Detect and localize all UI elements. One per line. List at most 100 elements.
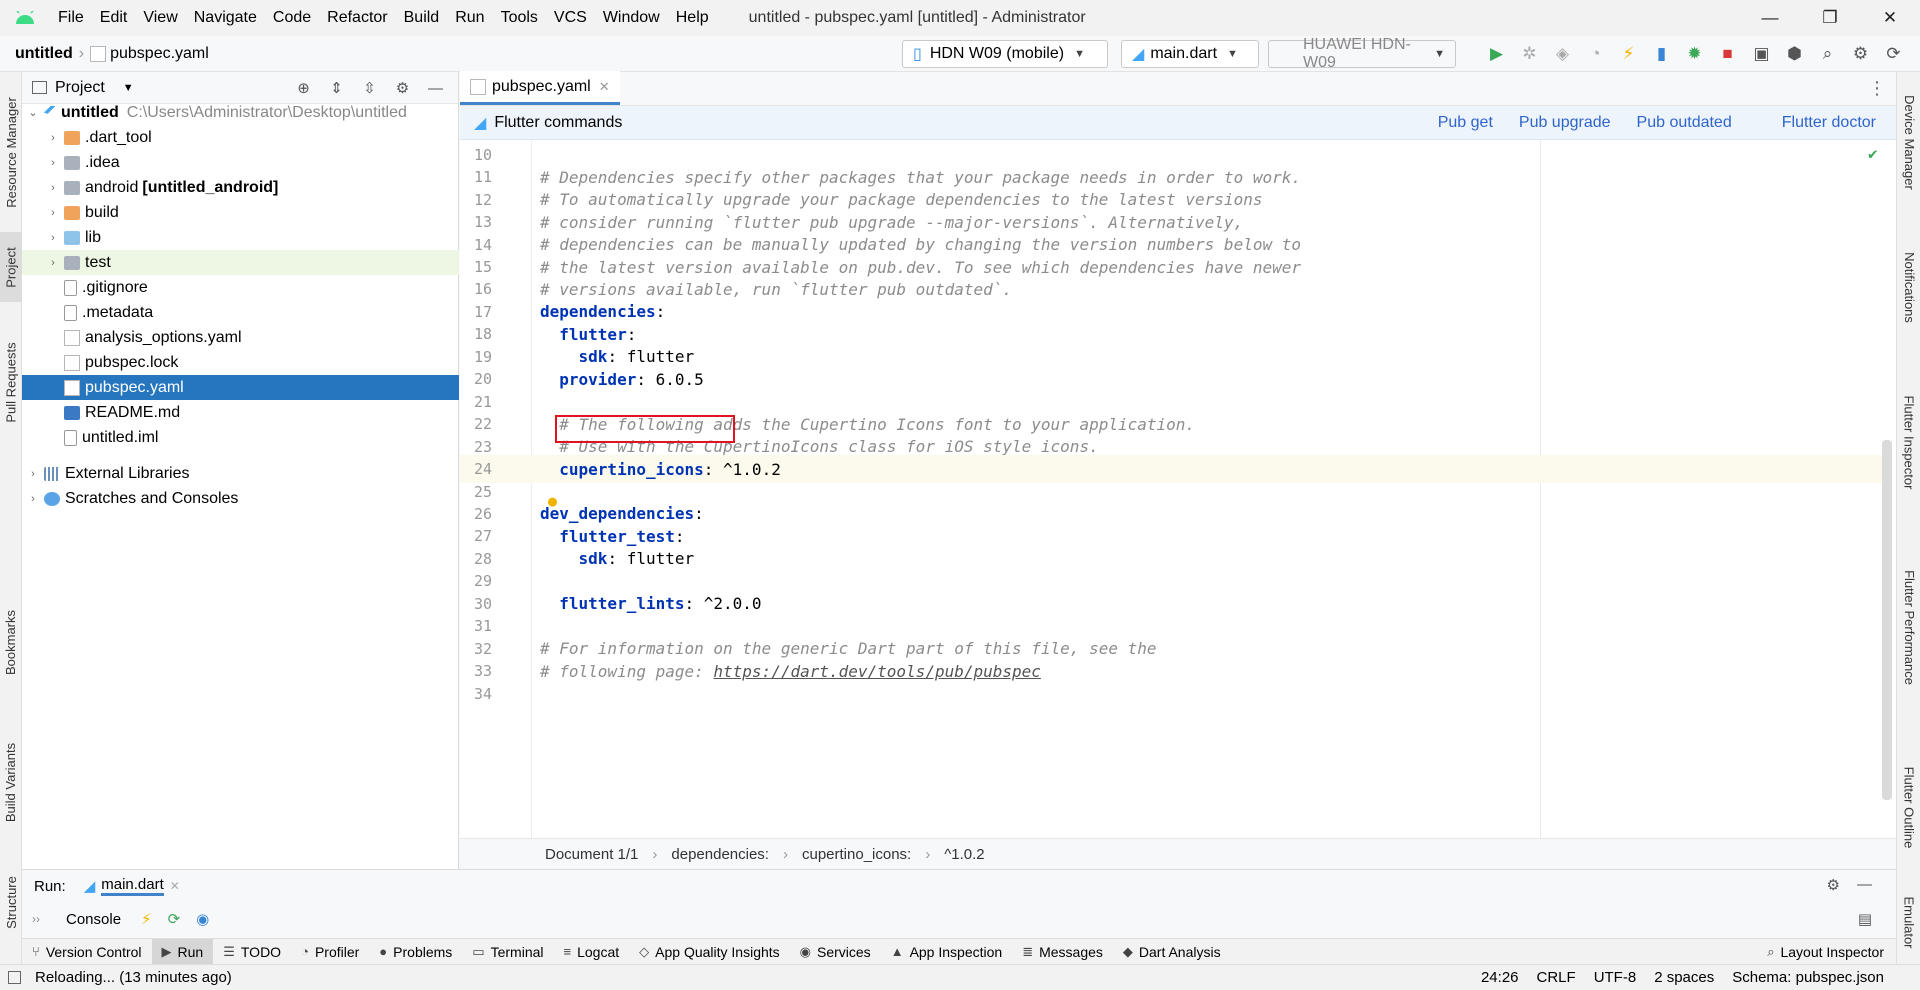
file-encoding[interactable]: UTF-8 — [1594, 969, 1637, 986]
caret-position[interactable]: 24:26 — [1481, 969, 1519, 986]
tree-scratches[interactable]: › Scratches and Consoles — [22, 486, 459, 511]
tree-item[interactable]: .metadata — [22, 300, 459, 325]
more-tabs-icon[interactable]: ⋮ — [1868, 78, 1886, 99]
hot-reload-icon[interactable]: ⚡ — [1612, 44, 1645, 64]
restore-button[interactable]: ❐ — [1800, 0, 1860, 36]
tool-tab-profiler[interactable]: ◔ Profiler — [291, 939, 369, 965]
editor-tab-pubspec[interactable]: pubspec.yaml ✕ — [460, 71, 620, 105]
menu-vcs[interactable]: VCS — [546, 9, 595, 27]
close-tab-icon[interactable]: ✕ — [599, 79, 610, 95]
strip-flutter-inspector[interactable]: Flutter Inspector — [1897, 362, 1920, 522]
tool-tab-run[interactable]: ▶ Run — [151, 938, 214, 965]
chevron-right-icon[interactable]: › — [46, 182, 60, 194]
tree-item[interactable]: README.md — [22, 400, 459, 425]
menu-code[interactable]: Code — [265, 9, 319, 27]
hot-restart-icon[interactable]: ⟳ — [168, 910, 181, 928]
tree-item[interactable]: › android [untitled_android] — [22, 175, 459, 200]
project-view-selector[interactable]: Project — [55, 79, 105, 97]
nav-file-name[interactable]: pubspec.yaml — [110, 45, 209, 63]
strip-resource-manager[interactable]: Resource Manager — [0, 72, 22, 232]
menu-view[interactable]: View — [135, 9, 185, 27]
pub-outdated-link[interactable]: Pub outdated — [1637, 114, 1732, 132]
indent-setting[interactable]: 2 spaces — [1654, 969, 1714, 986]
strip-flutter-outline[interactable]: Flutter Outline — [1897, 732, 1920, 882]
flutter-doctor-link[interactable]: Flutter doctor — [1782, 114, 1876, 132]
chevron-down-icon[interactable]: ▼ — [123, 82, 134, 94]
pubspec-docs-link[interactable]: https://dart.dev/tools/pub/pubspec — [713, 662, 1041, 681]
debug-icon[interactable]: ✲ — [1513, 44, 1546, 64]
strip-project[interactable]: Project — [0, 232, 22, 302]
chevron-right-icon[interactable]: › — [46, 232, 60, 244]
line-separator[interactable]: CRLF — [1537, 969, 1576, 986]
gear-icon[interactable]: ⚙ — [386, 79, 419, 97]
strip-pull-requests[interactable]: Pull Requests — [0, 312, 22, 452]
breadcrumb-dependencies[interactable]: dependencies: — [671, 846, 769, 863]
tree-item[interactable]: › .idea — [22, 150, 459, 175]
tool-tab-dart-analysis[interactable]: ◆ Dart Analysis — [1113, 939, 1231, 965]
chevron-down-icon[interactable]: ⌄ — [26, 106, 40, 119]
tool-tab-terminal[interactable]: ▭ Terminal — [462, 939, 553, 965]
code-line[interactable]: 34 — [460, 680, 1890, 708]
strip-structure[interactable]: Structure — [0, 862, 22, 942]
tool-tab-app-quality-insights[interactable]: ◇ App Quality Insights — [629, 939, 790, 965]
breadcrumb-document[interactable]: Document 1/1 — [545, 846, 638, 863]
tree-root[interactable]: ⌄ untitled C:\Users\Administrator\Deskto… — [22, 100, 459, 125]
tool-tab-version-control[interactable]: ⑂ Version Control — [22, 939, 152, 965]
vertical-scrollbar[interactable] — [1882, 440, 1892, 800]
tool-tab-todo[interactable]: ☰ TODO — [213, 939, 291, 965]
hot-reload-icon[interactable]: ⚡ — [141, 910, 152, 928]
lightbulb-icon[interactable]: ● — [548, 492, 557, 510]
chevron-right-icon[interactable]: › — [26, 493, 40, 505]
menu-refactor[interactable]: Refactor — [319, 9, 395, 27]
device2-selector[interactable]: HUAWEI HDN-W09 ▼ — [1268, 36, 1456, 71]
breadcrumb-version[interactable]: ^1.0.2 — [944, 846, 984, 863]
pub-get-link[interactable]: Pub get — [1438, 114, 1493, 132]
strip-notifications[interactable]: Notifications — [1897, 222, 1920, 352]
locate-icon[interactable]: ⊕ — [287, 79, 320, 97]
hot-restart-icon[interactable]: ✹ — [1678, 44, 1711, 64]
layout-icon[interactable]: ▤ — [1858, 910, 1872, 928]
search-icon[interactable]: ⌕ — [1811, 44, 1844, 64]
code-editor[interactable]: 10 11 # Dependencies specify other package… — [460, 140, 1896, 838]
nav-project-name[interactable]: untitled — [15, 45, 73, 63]
minimize-button[interactable]: — — [1740, 0, 1800, 36]
menu-help[interactable]: Help — [668, 9, 717, 27]
tree-item[interactable]: analysis_options.yaml — [22, 325, 459, 350]
menu-file[interactable]: File — [50, 9, 92, 27]
chevron-right-icon[interactable]: › — [46, 257, 60, 269]
devtools-icon[interactable]: ◉ — [196, 910, 209, 928]
strip-flutter-performance[interactable]: Flutter Performance — [1897, 532, 1920, 722]
tree-item[interactable]: › test — [22, 250, 459, 275]
stop-icon[interactable]: ■ — [1711, 44, 1744, 64]
close-tab-icon[interactable]: ✕ — [170, 879, 180, 893]
menu-edit[interactable]: Edit — [92, 9, 136, 27]
sdk-manager-icon[interactable]: ⬢ — [1778, 44, 1811, 64]
tree-item[interactable]: .gitignore — [22, 275, 459, 300]
tree-item[interactable]: › .dart_tool — [22, 125, 459, 150]
tool-tab-problems[interactable]: ● Problems — [369, 939, 462, 965]
tool-tab-layout-inspector[interactable]: ⌕ Layout Inspector — [1757, 939, 1894, 965]
chevron-right-icon[interactable]: › — [46, 132, 60, 144]
strip-build-variants[interactable]: Build Variants — [0, 702, 22, 862]
menu-window[interactable]: Window — [595, 9, 668, 27]
tree-item[interactable]: › build — [22, 200, 459, 225]
tool-tab-logcat[interactable]: ≡ Logcat — [554, 939, 630, 965]
tree-item[interactable]: pubspec.yaml — [22, 375, 459, 400]
coverage-icon[interactable]: ◈ — [1546, 44, 1579, 64]
gear-icon[interactable]: ⚙ — [1827, 876, 1840, 894]
expand-all-icon[interactable]: ⇕ — [320, 79, 353, 97]
chevron-right-icon[interactable]: › — [46, 157, 60, 169]
device-selector[interactable]: ▯ HDN W09 (mobile) ▼ — [902, 40, 1108, 68]
menu-run[interactable]: Run — [447, 9, 492, 27]
close-window-button[interactable]: ✕ — [1860, 0, 1920, 36]
json-schema[interactable]: Schema: pubspec.json — [1732, 969, 1884, 986]
attach-debugger-icon[interactable]: ▮ — [1645, 44, 1678, 64]
pub-upgrade-link[interactable]: Pub upgrade — [1519, 114, 1611, 132]
console-tab[interactable]: Console — [66, 911, 121, 928]
breadcrumb-cupertino[interactable]: cupertino_icons: — [802, 846, 911, 863]
chevron-right-icon[interactable]: › — [46, 207, 60, 219]
tree-external-libraries[interactable]: › External Libraries — [22, 461, 459, 486]
run-tab-main[interactable]: main.dart — [101, 876, 164, 896]
strip-emulator[interactable]: Emulator — [1897, 882, 1920, 962]
tool-tab-app-inspection[interactable]: ▲ App Inspection — [881, 939, 1013, 965]
